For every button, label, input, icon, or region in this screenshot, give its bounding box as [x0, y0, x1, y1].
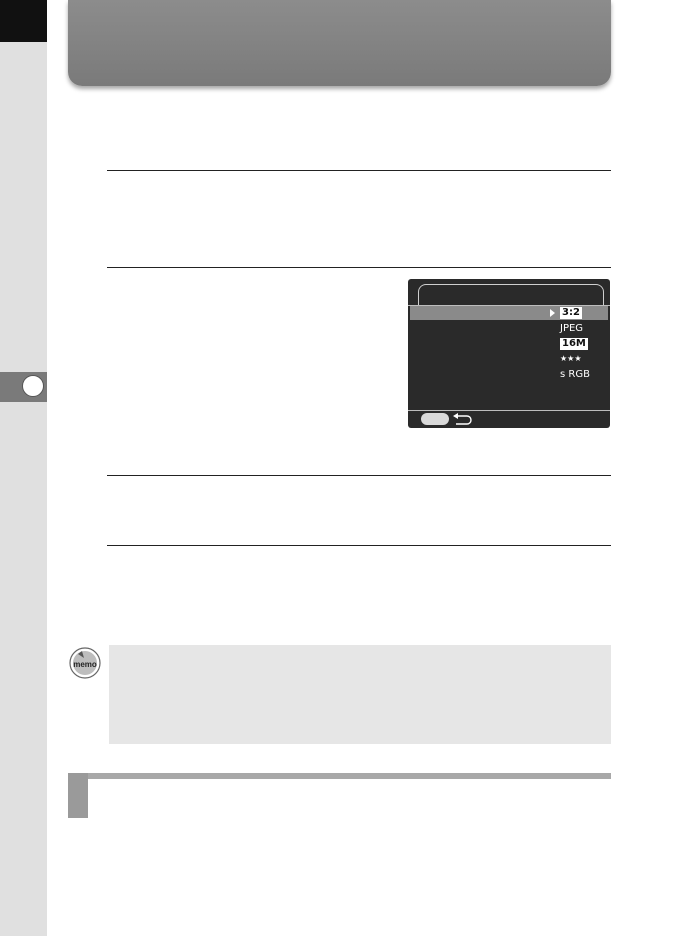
menu-value-color-space: s RGB: [560, 369, 590, 380]
chapter-number-badge: [22, 375, 44, 397]
chapter-marker-top: [0, 0, 47, 42]
menu-value-aspect-ratio: 3:2: [560, 307, 582, 319]
side-strip: [0, 0, 47, 936]
step-divider-1: [107, 170, 611, 171]
step-divider-3: [107, 475, 611, 476]
section-heading-accent: [68, 773, 88, 818]
step-divider-2: [107, 267, 611, 268]
title-banner: [68, 0, 611, 86]
camera-menu-screen: 3:2 JPEG 16M ★★★ s RGB: [408, 279, 610, 428]
menu-button-icon: [421, 413, 449, 425]
memo-icon: memo: [69, 647, 101, 679]
back-arrow-icon: [453, 413, 472, 425]
svg-text:memo: memo: [73, 660, 97, 669]
menu-tab: [418, 284, 604, 306]
memo-box: [109, 645, 611, 744]
menu-value-quality: ★★★: [560, 354, 582, 363]
menu-value-file-format: JPEG: [560, 323, 584, 334]
section-heading-bar: [68, 773, 611, 818]
step-divider-4: [107, 545, 611, 546]
selection-arrow-icon: [550, 309, 555, 317]
section-heading-line: [88, 773, 611, 779]
menu-value-recorded-pixels: 16M: [560, 338, 588, 350]
menu-bottom-line: [408, 410, 610, 411]
